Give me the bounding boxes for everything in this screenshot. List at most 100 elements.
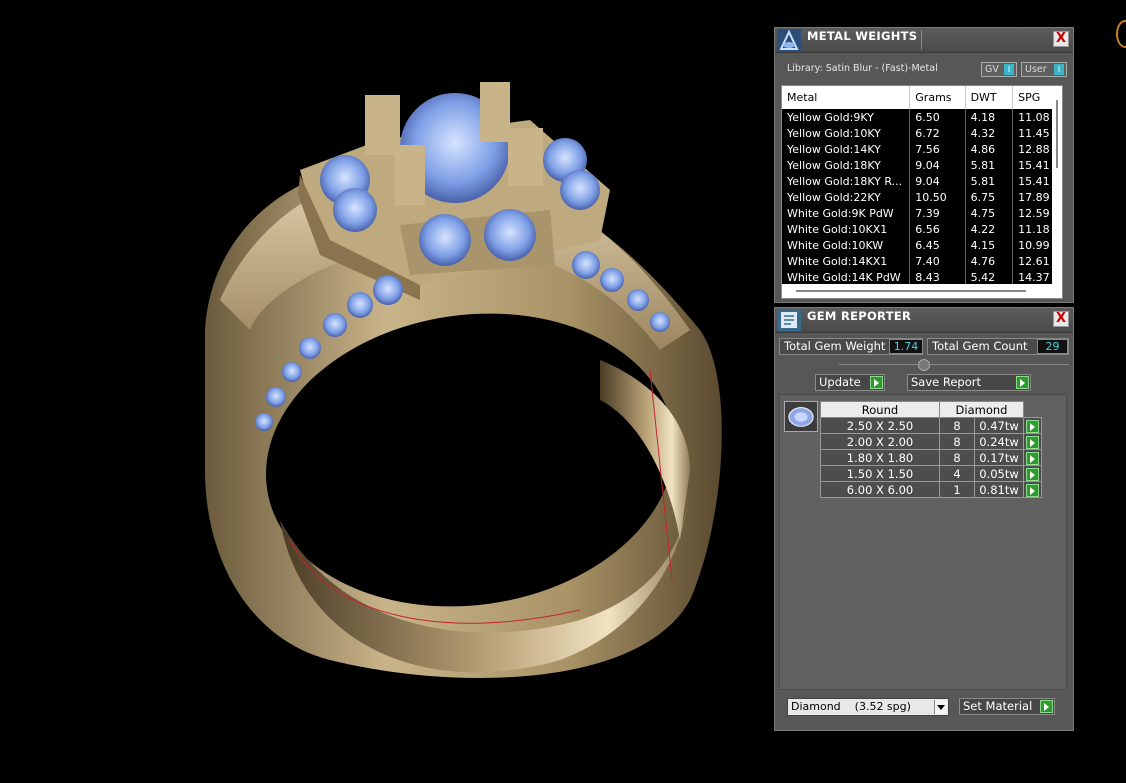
update-button-label: Update bbox=[819, 375, 861, 389]
grams-cell: 7.40 bbox=[909, 253, 966, 269]
round-diamond-thumbnail-icon[interactable] bbox=[784, 401, 818, 432]
metal-weights-titlebar[interactable]: METAL WEIGHTS X bbox=[775, 28, 1073, 53]
table-row: 2.00 X 2.00 8 0.24tw bbox=[820, 433, 1042, 450]
set-material-button[interactable]: Set Material bbox=[959, 698, 1055, 715]
user-toggle-label: User bbox=[1025, 64, 1047, 75]
total-gem-count-value: 29 bbox=[1037, 339, 1068, 354]
table-row[interactable]: Yellow Gold:10KY 6.72 4.32 11.45 bbox=[782, 125, 1062, 141]
dwt-cell: 4.22 bbox=[965, 221, 1014, 237]
gem-weight-cell: 0.05tw bbox=[974, 465, 1024, 482]
material-dropdown[interactable]: Diamond (3.52 spg) bbox=[787, 698, 949, 716]
gem-shape-header: Round bbox=[820, 401, 940, 418]
dwt-cell: 4.86 bbox=[965, 141, 1014, 157]
library-label: Library: Satin Blur - (Fast)-Metal bbox=[787, 63, 938, 74]
gv-toggle[interactable]: GV I bbox=[981, 62, 1017, 77]
table-row: 1.80 X 1.80 8 0.17tw bbox=[820, 449, 1042, 466]
gem-list-area: Round Diamond 2.50 X 2.50 8 0.47tw 2.00 X … bbox=[779, 394, 1067, 690]
metal-weights-icon bbox=[777, 29, 801, 51]
metal-cell: White Gold:14KX1 bbox=[782, 253, 911, 269]
gem-reporter-title: GEM REPORTER bbox=[807, 309, 912, 323]
collapse-toggle-icon[interactable] bbox=[918, 359, 930, 371]
gem-reporter-panel: GEM REPORTER X Total Gem Weight 1.74 Tot… bbox=[774, 307, 1074, 731]
table-row[interactable]: White Gold:9K PdW 7.39 4.75 12.59 bbox=[782, 205, 1062, 221]
corner-logo-icon bbox=[1116, 20, 1126, 48]
table-row[interactable]: White Gold:14KX1 7.40 4.76 12.61 bbox=[782, 253, 1062, 269]
close-gem-reporter-button[interactable]: X bbox=[1053, 311, 1069, 327]
select-gem-row-button[interactable] bbox=[1026, 435, 1039, 449]
gem-size-cell: 2.00 X 2.00 bbox=[820, 433, 940, 450]
set-material-button-label: Set Material bbox=[963, 699, 1033, 713]
grams-cell: 9.04 bbox=[909, 173, 966, 189]
user-toggle[interactable]: User I bbox=[1021, 62, 1067, 77]
gem-weight-cell: 0.47tw bbox=[974, 417, 1024, 434]
update-button[interactable]: Update bbox=[815, 374, 885, 391]
grams-cell: 10.50 bbox=[909, 189, 966, 205]
metal-cell: Yellow Gold:18KY R... bbox=[782, 173, 911, 189]
close-metal-weights-button[interactable]: X bbox=[1053, 31, 1069, 47]
column-header-dwt[interactable]: DWT bbox=[965, 86, 1014, 109]
table-row[interactable]: Yellow Gold:18KY 9.04 5.81 15.41 bbox=[782, 157, 1062, 173]
save-report-button[interactable]: Save Report bbox=[907, 374, 1031, 391]
grams-cell: 7.39 bbox=[909, 205, 966, 221]
metal-table-header: Metal Grams DWT SPG bbox=[782, 86, 1062, 109]
select-gem-row-button[interactable] bbox=[1026, 451, 1039, 465]
gem-size-cell: 2.50 X 2.50 bbox=[820, 417, 940, 434]
select-gem-row-button[interactable] bbox=[1026, 467, 1039, 481]
table-row: 6.00 X 6.00 1 0.81tw bbox=[820, 481, 1042, 498]
vertical-scrollbar[interactable] bbox=[1052, 86, 1062, 298]
metal-cell: Yellow Gold:22KY bbox=[782, 189, 911, 205]
table-row[interactable]: Yellow Gold:14KY 7.56 4.86 12.88 bbox=[782, 141, 1062, 157]
gv-toggle-indicator: I bbox=[1004, 64, 1014, 75]
metal-cell: White Gold:14K PdW bbox=[782, 269, 911, 285]
dwt-cell: 6.75 bbox=[965, 189, 1014, 205]
user-toggle-indicator: I bbox=[1054, 64, 1064, 75]
section-divider bbox=[839, 364, 1069, 365]
table-row: 2.50 X 2.50 8 0.47tw bbox=[820, 417, 1042, 434]
select-gem-row-button[interactable] bbox=[1026, 483, 1039, 497]
metal-cell: Yellow Gold:10KY bbox=[782, 125, 911, 141]
dwt-cell: 5.81 bbox=[965, 173, 1014, 189]
gem-count-cell: 1 bbox=[939, 481, 975, 498]
gem-count-cell: 8 bbox=[939, 417, 975, 434]
title-separator bbox=[921, 30, 922, 50]
metal-weights-table[interactable]: Metal Grams DWT SPG Yellow Gold:9KY 6.50 4… bbox=[781, 85, 1063, 299]
gem-count-cell: 8 bbox=[939, 449, 975, 466]
table-row[interactable]: White Gold:10KW 6.45 4.15 10.99 bbox=[782, 237, 1062, 253]
gv-toggle-label: GV bbox=[985, 64, 999, 75]
chevron-down-icon[interactable] bbox=[934, 700, 947, 714]
gem-reporter-titlebar[interactable]: GEM REPORTER X bbox=[775, 308, 1073, 333]
metal-cell: White Gold:10KW bbox=[782, 237, 911, 253]
grams-cell: 7.56 bbox=[909, 141, 966, 157]
dwt-cell: 4.15 bbox=[965, 237, 1014, 253]
gem-weight-cell: 0.24tw bbox=[974, 433, 1024, 450]
gem-size-cell: 6.00 X 6.00 bbox=[820, 481, 940, 498]
play-arrow-icon bbox=[870, 376, 883, 389]
column-header-grams[interactable]: Grams bbox=[909, 86, 966, 109]
select-gem-row-button[interactable] bbox=[1026, 419, 1039, 433]
table-row[interactable]: White Gold:10KX1 6.56 4.22 11.18 bbox=[782, 221, 1062, 237]
table-row[interactable]: Yellow Gold:22KY 10.50 6.75 17.89 bbox=[782, 189, 1062, 205]
horizontal-scroll-thumb[interactable] bbox=[796, 290, 1026, 292]
table-row[interactable]: Yellow Gold:9KY 6.50 4.18 11.08 bbox=[782, 109, 1062, 125]
material-dropdown-value: Diamond (3.52 spg) bbox=[791, 700, 911, 713]
table-row[interactable]: White Gold:14K PdW 8.43 5.42 14.37 bbox=[782, 269, 1062, 285]
grams-cell: 8.43 bbox=[909, 269, 966, 285]
metal-weights-title: METAL WEIGHTS bbox=[807, 29, 918, 43]
table-row[interactable]: Yellow Gold:18KY R... 9.04 5.81 15.41 bbox=[782, 173, 1062, 189]
horizontal-scrollbar[interactable] bbox=[782, 284, 1062, 298]
gem-reporter-icon bbox=[777, 309, 801, 331]
grams-cell: 6.56 bbox=[909, 221, 966, 237]
metal-cell: Yellow Gold:14KY bbox=[782, 141, 911, 157]
metal-cell: Yellow Gold:18KY bbox=[782, 157, 911, 173]
gem-weight-cell: 0.81tw bbox=[974, 481, 1024, 498]
3d-viewport[interactable] bbox=[0, 0, 770, 779]
grams-cell: 9.04 bbox=[909, 157, 966, 173]
gem-count-cell: 4 bbox=[939, 465, 975, 482]
grams-cell: 6.50 bbox=[909, 109, 966, 125]
gem-material-header: Diamond bbox=[939, 401, 1024, 418]
save-report-button-label: Save Report bbox=[911, 375, 982, 389]
column-header-metal[interactable]: Metal bbox=[782, 86, 911, 109]
play-arrow-icon bbox=[1016, 376, 1029, 389]
gem-size-cell: 1.80 X 1.80 bbox=[820, 449, 940, 466]
vertical-scroll-thumb[interactable] bbox=[1056, 100, 1058, 168]
